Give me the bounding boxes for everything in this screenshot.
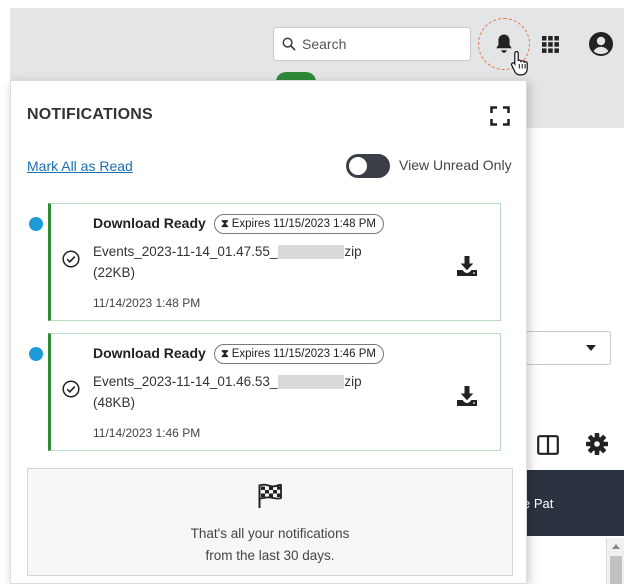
expires-badge: ⧗ Expires 11/15/2023 1:46 PM (214, 344, 385, 364)
notification-date: 11/14/2023 1:46 PM (93, 426, 201, 440)
file-size: (22KB) (93, 265, 136, 280)
end-message-line2: from the last 30 days. (205, 548, 335, 563)
file-name-prefix: Events_2023-11-14_01.46.53_ (93, 374, 278, 389)
view-unread-label: View Unread Only (399, 157, 512, 173)
caret-down-icon (586, 345, 596, 351)
panel-title: NOTIFICATIONS (27, 106, 153, 123)
notifications-panel: NOTIFICATIONS Mark All as Read View Unre… (10, 80, 527, 584)
scroll-up-arrow-icon[interactable] (612, 544, 620, 549)
view-unread-toggle[interactable] (346, 154, 390, 178)
file-name-prefix: Events_2023-11-14_01.47.55_ (93, 244, 278, 259)
hand-cursor-icon (510, 50, 528, 76)
download-icon[interactable] (456, 255, 478, 277)
check-circle-icon (62, 250, 80, 268)
apps-grid-icon[interactable] (542, 36, 559, 53)
file-name: Events_2023-11-14_01.47.55_ zip (93, 244, 362, 259)
end-message-line1: That's all your notifications (190, 526, 350, 541)
columns-icon[interactable] (537, 435, 559, 455)
notification-date: 11/14/2023 1:48 PM (93, 296, 201, 310)
notification-title: Download Ready (93, 215, 206, 231)
expires-text: Expires 11/15/2023 1:46 PM (231, 348, 377, 360)
file-name-suffix: zip (344, 244, 362, 259)
gear-icon[interactable] (586, 433, 608, 455)
notification-item[interactable]: Download Ready ⧗ Expires 11/15/2023 1:48… (48, 203, 501, 321)
redacted-text (278, 244, 345, 259)
file-name-suffix: zip (344, 374, 362, 389)
redacted-text (278, 374, 345, 389)
table-column-header: e Pat (523, 470, 624, 536)
search-placeholder: Search (302, 36, 347, 52)
search-input[interactable]: Search (273, 27, 471, 61)
file-name: Events_2023-11-14_01.46.53_ zip (93, 374, 362, 389)
hourglass-icon: ⧗ (221, 347, 229, 360)
unread-indicator (29, 347, 43, 361)
file-size: (48KB) (93, 395, 136, 410)
notifications-end-message: That's all your notifications from the l… (27, 468, 513, 576)
expires-text: Expires 11/15/2023 1:48 PM (231, 218, 377, 230)
background-dropdown[interactable] (527, 331, 611, 365)
scrollbar[interactable] (606, 538, 624, 584)
notification-title: Download Ready (93, 345, 206, 361)
search-icon (282, 37, 296, 51)
mark-all-read-link[interactable]: Mark All as Read (27, 158, 133, 174)
unread-indicator (29, 217, 43, 231)
scrollbar-thumb[interactable] (610, 556, 622, 584)
toggle-knob (349, 157, 367, 175)
expand-fullscreen-icon[interactable] (490, 106, 510, 126)
check-circle-icon (62, 380, 80, 398)
notification-item[interactable]: Download Ready ⧗ Expires 11/15/2023 1:46… (48, 333, 501, 451)
expires-badge: ⧗ Expires 11/15/2023 1:48 PM (214, 214, 385, 234)
hourglass-icon: ⧗ (221, 217, 229, 230)
checkered-flag-icon (258, 483, 282, 508)
user-account-icon[interactable] (588, 31, 614, 57)
download-icon[interactable] (456, 385, 478, 407)
